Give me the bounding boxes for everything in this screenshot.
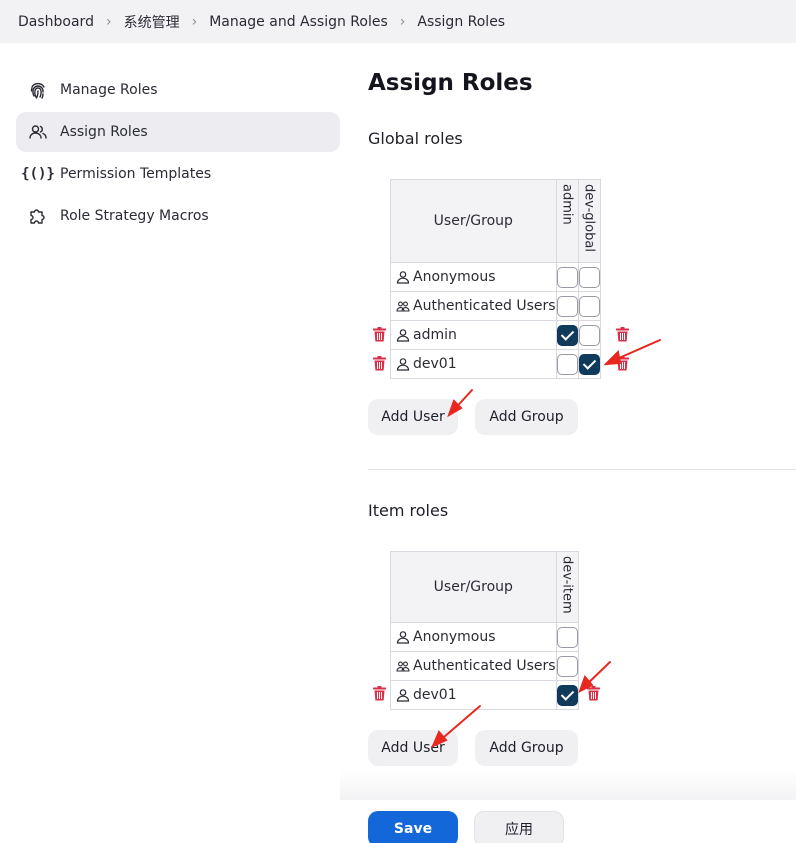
table-row-name: Authenticated Users xyxy=(390,651,557,681)
user-icon xyxy=(396,271,410,284)
user-group-header: User/Group xyxy=(390,179,557,263)
user-icon xyxy=(396,329,410,342)
checkbox-admin-admin[interactable] xyxy=(556,324,578,346)
checkbox-dev01-dev-global[interactable] xyxy=(578,353,600,375)
sidebar-item-label: Role Strategy Macros xyxy=(60,208,209,224)
global-roles-title: Global roles xyxy=(368,129,463,148)
table-row-name: Authenticated Users xyxy=(390,291,557,321)
users-icon xyxy=(28,122,48,142)
sidebar-item-label: Assign Roles xyxy=(60,124,148,140)
checkbox-dev01-admin[interactable] xyxy=(556,353,578,375)
global-roles-table: User/Group admin dev-global Anonymous Au… xyxy=(390,179,601,379)
add-group-button[interactable]: Add Group xyxy=(475,730,578,766)
group-icon xyxy=(396,301,410,312)
checkbox-anonymous-dev-item[interactable] xyxy=(556,626,578,648)
role-column-dev-global: dev-global xyxy=(577,179,601,263)
sidebar-item-assign-roles[interactable]: Assign Roles xyxy=(16,112,340,152)
add-user-button[interactable]: Add User xyxy=(368,399,458,435)
sidebar-item-manage-roles[interactable]: Manage Roles xyxy=(16,70,340,110)
checkbox-admin-dev-global[interactable] xyxy=(578,324,600,346)
table-row-name: dev01 xyxy=(390,680,557,710)
breadcrumb-assign-roles[interactable]: Assign Roles xyxy=(417,14,505,30)
checkbox-anonymous-admin[interactable] xyxy=(556,266,578,288)
chevron-right-icon: › xyxy=(105,13,112,30)
braces-icon: {()} xyxy=(21,166,55,182)
sidebar-item-label: Manage Roles xyxy=(60,82,158,98)
add-user-button[interactable]: Add User xyxy=(368,730,458,766)
apply-button[interactable]: 应用 xyxy=(474,811,564,843)
chevron-right-icon: › xyxy=(399,13,406,30)
item-roles-table: User/Group dev-item Anonymous Authentica… xyxy=(390,551,579,710)
sidebar: Manage Roles Assign Roles {()} Permissio… xyxy=(16,70,340,238)
page-title: Assign Roles xyxy=(368,70,533,96)
role-column-admin: admin xyxy=(555,179,579,263)
checkbox-anonymous-dev-global[interactable] xyxy=(578,266,600,288)
breadcrumb-system-manage[interactable]: 系统管理 xyxy=(124,12,180,32)
sidebar-item-role-strategy-macros[interactable]: Role Strategy Macros xyxy=(16,196,340,236)
table-row-name: Anonymous xyxy=(390,622,557,652)
fingerprint-icon xyxy=(28,80,48,100)
chevron-right-icon: › xyxy=(191,13,198,30)
role-column-dev-item: dev-item xyxy=(555,551,579,623)
user-group-header: User/Group xyxy=(390,551,557,623)
delete-icon-dev-item-row[interactable] xyxy=(587,686,600,701)
checkbox-authenticated-admin[interactable] xyxy=(556,295,578,317)
save-button[interactable]: Save xyxy=(368,811,458,843)
checkbox-authenticated-dev-global[interactable] xyxy=(578,295,600,317)
checkbox-authenticated-dev-item[interactable] xyxy=(556,655,578,677)
table-row-name: Anonymous xyxy=(390,262,557,292)
delete-icon-dev01[interactable] xyxy=(373,356,386,371)
user-icon xyxy=(396,358,410,371)
add-group-button[interactable]: Add Group xyxy=(475,399,578,435)
delete-icon-role-row[interactable] xyxy=(616,327,629,342)
sidebar-item-label: Permission Templates xyxy=(60,166,212,182)
section-divider xyxy=(368,469,796,470)
sidebar-item-permission-templates[interactable]: {()} Permission Templates xyxy=(16,154,340,194)
user-icon xyxy=(396,631,410,644)
delete-icon-admin[interactable] xyxy=(373,327,386,342)
breadcrumb-dashboard[interactable]: Dashboard xyxy=(18,14,94,30)
group-icon xyxy=(396,661,410,672)
delete-icon-dev01-row[interactable] xyxy=(616,356,629,371)
table-row-name: dev01 xyxy=(390,349,557,379)
user-icon xyxy=(396,689,410,702)
delete-icon-dev01-item[interactable] xyxy=(373,686,386,701)
checkbox-dev01-dev-item[interactable] xyxy=(556,684,578,706)
breadcrumb-manage-assign-roles[interactable]: Manage and Assign Roles xyxy=(209,14,388,30)
breadcrumb: Dashboard › 系统管理 › Manage and Assign Rol… xyxy=(0,0,796,43)
puzzle-icon xyxy=(28,206,48,226)
table-row-name: admin xyxy=(390,320,557,350)
footer-shadow xyxy=(340,770,796,800)
item-roles-title: Item roles xyxy=(368,501,449,520)
